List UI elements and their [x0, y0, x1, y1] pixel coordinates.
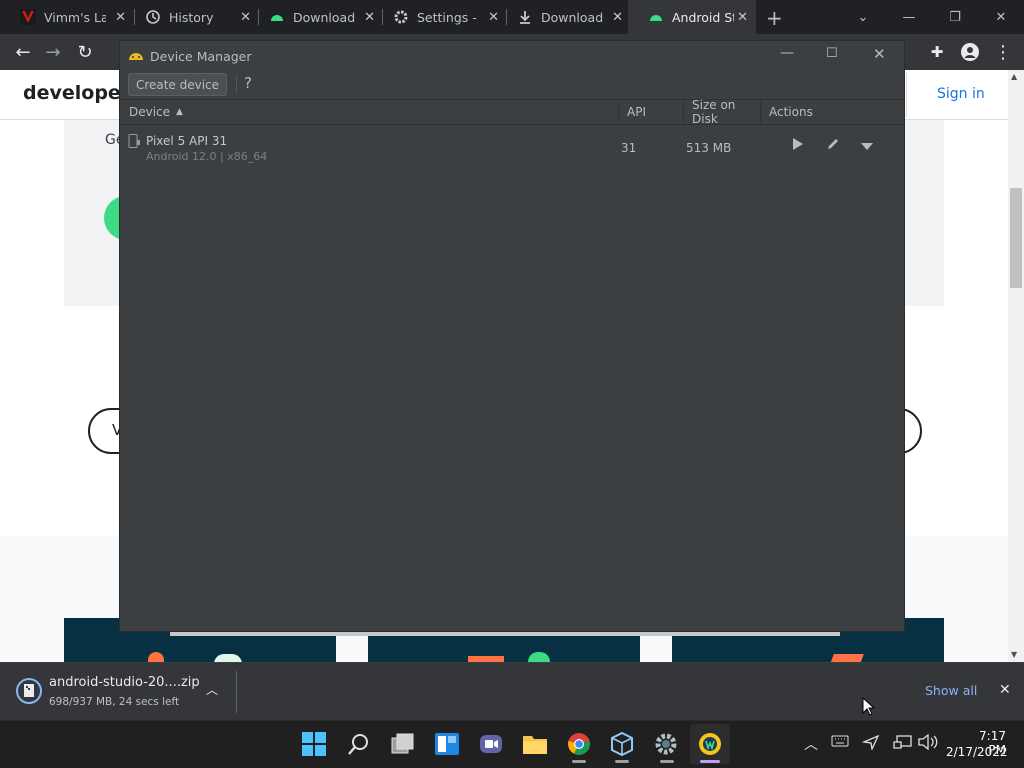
vimms-icon	[20, 9, 36, 25]
device-size: 513 MB	[686, 141, 732, 155]
edit-icon[interactable]	[826, 137, 840, 154]
history-icon	[145, 9, 161, 25]
network-icon[interactable]	[893, 734, 913, 754]
dm-maximize-button[interactable]: ☐	[826, 46, 838, 61]
tab-download[interactable]: Download ✕	[249, 0, 383, 34]
device-table-header: Device ▲ API Size on Disk Actions	[120, 98, 904, 126]
dm-close-button[interactable]: ✕	[873, 45, 886, 63]
download-options-icon[interactable]: ︿	[206, 681, 218, 698]
tab-android-studio[interactable]: Android St ✕	[628, 0, 756, 34]
minimize-button[interactable]: —	[886, 0, 932, 34]
column-device[interactable]: Device ▲	[120, 100, 619, 124]
android-studio-taskbar-icon[interactable]	[694, 727, 726, 761]
device-detail: Android 12.0 | x86_64	[146, 150, 268, 163]
new-tab-button[interactable]: +	[766, 6, 783, 30]
table-row[interactable]: Pixel 5 API 31 Android 12.0 | x86_64 31 …	[120, 125, 904, 165]
phone-icon	[128, 134, 140, 151]
dm-minimize-button[interactable]: —	[780, 45, 794, 61]
column-size-on-disk[interactable]: Size on Disk	[683, 98, 761, 126]
chevron-down-icon[interactable]	[861, 140, 873, 154]
menu-icon[interactable]: ⋮	[988, 34, 1018, 70]
widgets-icon[interactable]	[431, 727, 463, 761]
page-scrollbar[interactable]	[1008, 70, 1024, 662]
volume-icon[interactable]	[918, 733, 938, 754]
close-download-bar-icon[interactable]: ✕	[999, 682, 1011, 698]
device-manager-window: Device Manager — ☐ ✕ Create device ? Dev…	[119, 40, 905, 632]
column-actions[interactable]: Actions	[760, 100, 904, 124]
column-api[interactable]: API	[618, 100, 684, 124]
file-explorer-icon[interactable]	[519, 727, 551, 761]
extensions-icon[interactable]: ✚	[922, 34, 952, 70]
close-tab-icon[interactable]: ✕	[612, 10, 623, 25]
taskbar-date[interactable]: 2/17/2022	[946, 745, 1008, 759]
tab-history[interactable]: History ✕	[125, 0, 259, 34]
settings-gear-icon[interactable]	[650, 727, 682, 761]
android-icon	[269, 9, 285, 25]
download-filename[interactable]: android-studio-20....zip	[49, 675, 200, 690]
tab-settings[interactable]: Settings - A ✕	[373, 0, 507, 34]
location-icon[interactable]	[861, 734, 880, 754]
tab-search-icon[interactable]: ⌄	[840, 0, 886, 34]
download-icon	[517, 9, 533, 25]
create-device-button[interactable]: Create device	[128, 73, 227, 96]
back-icon[interactable]: ←	[8, 34, 38, 70]
android-icon	[648, 9, 664, 25]
chrome-icon[interactable]	[563, 727, 595, 761]
tab-downloads[interactable]: Downloads ✕	[497, 0, 631, 34]
restore-button[interactable]: ❐	[932, 0, 978, 34]
search-icon[interactable]	[343, 727, 375, 761]
download-progress: 698/937 MB, 24 secs left	[49, 696, 180, 708]
launch-icon[interactable]	[792, 137, 804, 154]
zip-file-icon	[16, 678, 42, 708]
browser-tab-strip: Vimm's Lair ✕ History ✕ Download ✕ Setti…	[0, 0, 1024, 34]
reload-icon[interactable]: ↻	[70, 34, 100, 70]
task-view-icon[interactable]	[387, 727, 419, 761]
keyboard-icon[interactable]	[831, 734, 849, 752]
forward-icon[interactable]: →	[38, 34, 68, 70]
close-window-button[interactable]: ✕	[978, 0, 1024, 34]
device-manager-title: Device Manager	[150, 49, 252, 64]
show-all-button[interactable]: Show all	[925, 683, 977, 698]
virtualbox-icon[interactable]	[606, 727, 638, 761]
tab-vimms-lair[interactable]: Vimm's Lair ✕	[0, 0, 134, 34]
sign-in-link[interactable]: Sign in	[937, 86, 985, 102]
mouse-cursor	[862, 696, 876, 721]
sort-ascending-icon: ▲	[176, 107, 183, 117]
device-manager-titlebar: Device Manager — ☐ ✕	[120, 41, 904, 71]
device-name: Pixel 5 API 31	[146, 134, 228, 148]
device-manager-toolbar: Create device ?	[120, 71, 904, 99]
teams-chat-icon[interactable]	[475, 727, 507, 761]
android-studio-icon	[128, 48, 144, 65]
help-button[interactable]: ?	[244, 74, 252, 92]
device-api: 31	[621, 141, 637, 155]
show-hidden-icons[interactable]: ︿	[804, 734, 818, 754]
profile-icon[interactable]	[955, 34, 985, 70]
scrollbar-thumb[interactable]	[1010, 188, 1022, 288]
start-icon[interactable]	[298, 727, 330, 761]
gear-icon	[393, 9, 409, 25]
close-tab-icon[interactable]: ✕	[737, 10, 748, 25]
